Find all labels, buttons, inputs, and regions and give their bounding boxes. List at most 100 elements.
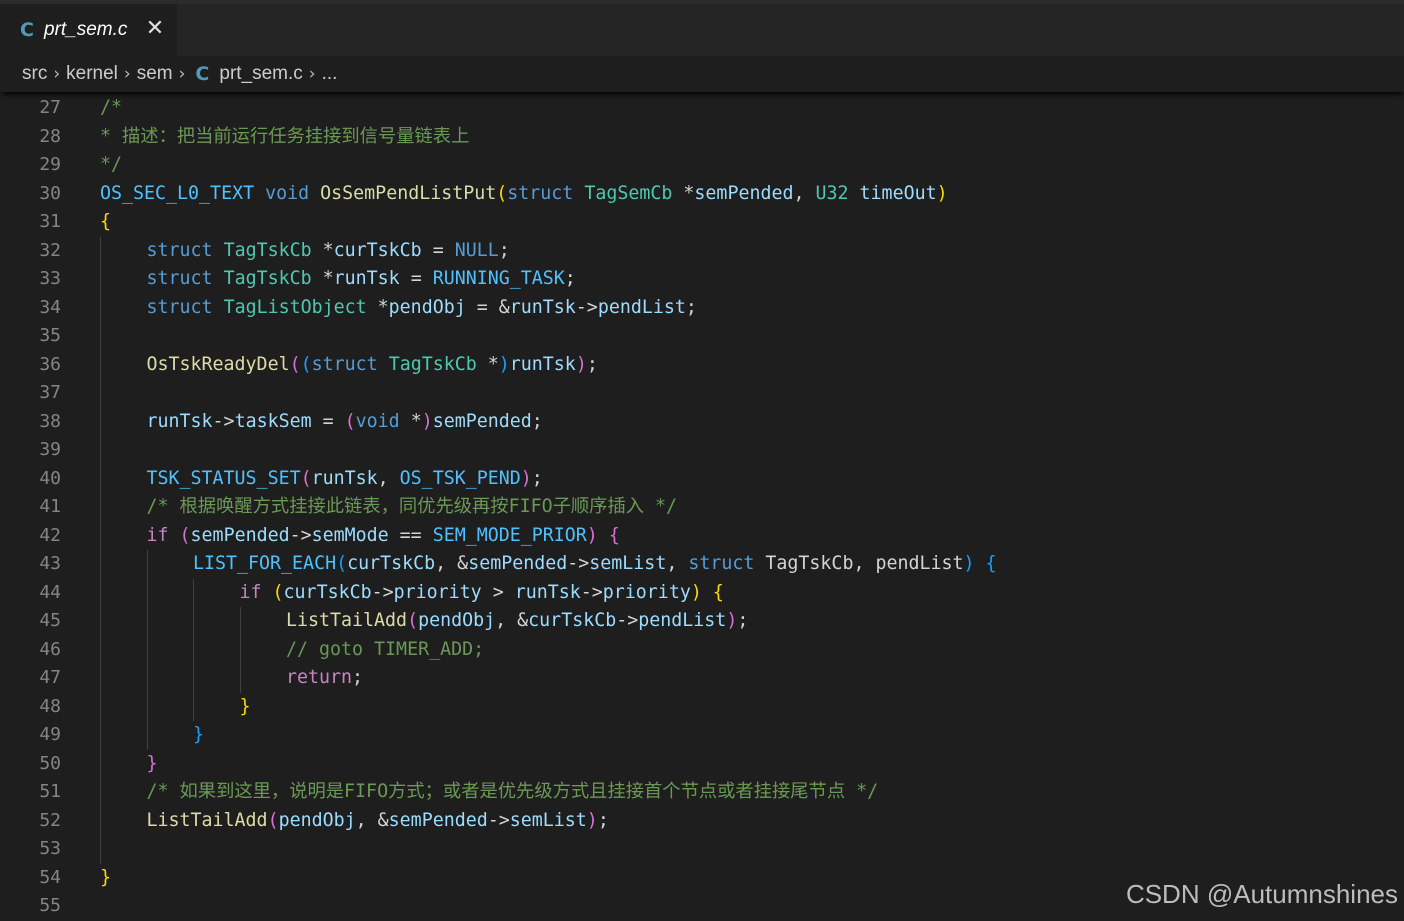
code-token: struct — [146, 239, 213, 261]
code-editor[interactable]: 27 /* 28 * 描述：把当前运行任务挂接到信号量链表上 29 */ 30 OS_SEC_… — [0, 94, 1404, 921]
line-number[interactable]: 42 — [0, 522, 61, 551]
code-token: ) — [520, 467, 532, 489]
code-token: struct — [688, 553, 755, 574]
code-token: OsTskReadyDel — [146, 353, 290, 375]
code-token: semPended — [694, 182, 794, 204]
line-number[interactable]: 29 — [0, 151, 61, 180]
code-token: ; — [531, 467, 543, 489]
code-line: 37 — [0, 379, 1404, 408]
code-token: curTskCb — [528, 610, 617, 631]
code-line: 44 if (curTskCb->priority > runTsk->prior… — [0, 578, 1404, 608]
code-line: 40 TSK_STATUS_SET(runTsk, OS_TSK_PEND); — [0, 464, 1404, 494]
close-icon[interactable]: ✕ — [144, 18, 166, 40]
line-number[interactable]: 33 — [0, 265, 61, 294]
code-token: semPended — [468, 553, 568, 574]
line-number[interactable]: 36 — [0, 351, 61, 380]
code-token: runTsk — [311, 467, 378, 489]
code-token: } — [193, 724, 205, 745]
line-number[interactable]: 35 — [0, 322, 61, 351]
code-token: ; — [564, 268, 576, 289]
breadcrumb-symbol[interactable]: ... — [322, 63, 338, 85]
code-token: { — [608, 524, 620, 546]
line-number[interactable]: 40 — [0, 465, 61, 494]
code-token: ( — [496, 182, 508, 204]
indent-guide — [100, 293, 101, 322]
breadcrumb-sem[interactable]: sem — [137, 63, 173, 85]
breadcrumb-file[interactable]: prt_sem.c — [219, 63, 302, 85]
code-token: struct — [507, 182, 574, 204]
code-token: * 描述：把当前运行任务挂接到信号量链表上 — [100, 125, 470, 147]
code-line: 39 — [0, 436, 1404, 465]
line-number[interactable]: 30 — [0, 180, 61, 209]
code-token: semPended — [432, 410, 532, 432]
code-token: * — [672, 182, 695, 204]
line-number[interactable]: 37 — [0, 379, 61, 408]
line-number[interactable]: 45 — [0, 607, 61, 636]
indent-guide — [146, 607, 148, 636]
code-token: ) — [421, 410, 433, 432]
code-text: ListTailAdd(pendObj, &curTskCb->pendList… — [286, 607, 748, 636]
code-line: 47 return; — [0, 664, 1404, 693]
code-token: runTsk — [514, 581, 581, 603]
code-token: -> — [580, 581, 603, 603]
indent-guide — [146, 550, 148, 579]
line-number[interactable]: 39 — [0, 436, 61, 465]
line-number[interactable]: 48 — [0, 693, 61, 722]
line-number[interactable]: 34 — [0, 294, 61, 323]
indent-guide — [100, 692, 101, 721]
code-token: * — [311, 268, 334, 289]
breadcrumb-src[interactable]: src — [22, 63, 47, 85]
line-number[interactable]: 46 — [0, 636, 61, 665]
indent-guide — [100, 806, 101, 835]
line-number[interactable]: 44 — [0, 579, 61, 608]
code-line: 41 /* 根据唤醒方式挂接此链表，同优先级再按FIFO子顺序插入 */ — [0, 493, 1404, 522]
code-token: ( — [407, 610, 419, 631]
code-line: 53 — [0, 835, 1404, 864]
code-token: semMode — [311, 524, 389, 546]
indent-guide — [239, 607, 241, 636]
line-number[interactable]: 32 — [0, 237, 61, 266]
code-token: runTsk — [333, 268, 400, 289]
line-number[interactable]: 43 — [0, 550, 61, 579]
line-number[interactable]: 49 — [0, 721, 61, 750]
code-token: * — [399, 410, 422, 432]
indent-guide — [193, 607, 194, 636]
code-token: ListTailAdd — [286, 610, 408, 631]
code-token: ( — [300, 467, 312, 489]
code-token: , & — [495, 610, 529, 631]
code-text: /* 根据唤醒方式挂接此链表，同优先级再按FIFO子顺序插入 */ — [147, 493, 678, 522]
indent-guide — [100, 664, 101, 693]
code-line: 50} — [0, 749, 1404, 779]
code-token: TagTskCb, pendList — [754, 553, 964, 574]
code-token: ( — [179, 524, 191, 546]
line-number[interactable]: 47 — [0, 664, 61, 693]
indent-guide — [100, 407, 101, 436]
tab-prt-sem-c[interactable]: C prt_sem.c ✕ — [0, 4, 177, 56]
code-token: ) — [690, 581, 702, 603]
line-number[interactable]: 41 — [0, 493, 61, 522]
line-number[interactable]: 28 — [0, 123, 61, 152]
code-token: ( — [344, 410, 356, 432]
code-token: ( — [272, 581, 284, 603]
line-number[interactable]: 52 — [0, 807, 61, 836]
code-token: TagTskCb — [223, 239, 312, 261]
line-number[interactable]: 38 — [0, 408, 61, 437]
breadcrumb-kernel[interactable]: kernel — [66, 63, 118, 85]
code-line: 45 ListTailAdd(pendObj, &curTskCb->pendLi… — [0, 607, 1404, 636]
indent-guide — [100, 265, 101, 294]
line-number[interactable]: 31 — [0, 208, 61, 237]
line-number[interactable]: 53 — [0, 835, 61, 864]
line-number[interactable]: 55 — [0, 892, 61, 921]
code-token: struct — [311, 353, 378, 375]
line-number[interactable]: 27 — [0, 94, 61, 123]
line-number[interactable]: 54 — [0, 864, 61, 893]
code-text: */ — [100, 151, 122, 180]
line-number[interactable]: 50 — [0, 750, 61, 779]
code-token: timeOut — [859, 182, 937, 204]
code-token: = — [399, 268, 433, 289]
code-line: 43 LIST_FOR_EACH(curTskCb, &semPended->se… — [0, 550, 1404, 579]
line-number[interactable]: 51 — [0, 778, 61, 807]
